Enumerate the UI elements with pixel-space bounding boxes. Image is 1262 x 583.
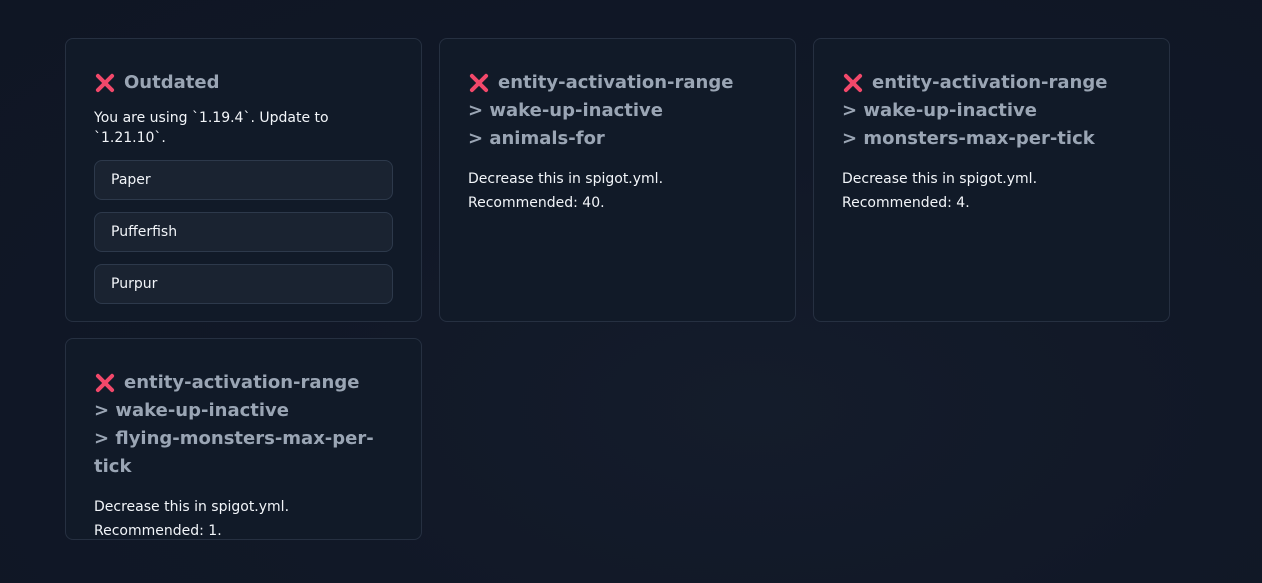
title-line: > flying-monsters-max-per-tick [94, 428, 374, 477]
card-description: Decrease this in spigot.yml. Recommended… [94, 495, 393, 543]
title-line: > wake-up-inactive [94, 400, 289, 421]
description-line: Decrease this in spigot.yml. [94, 499, 290, 515]
recommended-value: Recommended: 4. [842, 195, 970, 211]
option-pufferfish[interactable]: Pufferfish [94, 212, 393, 252]
title-line: > wake-up-inactive [842, 100, 1037, 121]
card-title: entity-activation-range [124, 369, 359, 397]
card-title-path: > wake-up-inactive > monsters-max-per-ti… [842, 97, 1141, 153]
option-paper[interactable]: Paper [94, 160, 393, 200]
recommended-value: Recommended: 40. [468, 195, 605, 211]
title-line: entity-activation-range [872, 72, 1108, 93]
card-title-row: entity-activation-range [468, 69, 767, 97]
title-line: > monsters-max-per-tick [842, 128, 1095, 149]
title-line: entity-activation-range [124, 372, 360, 393]
recommended-value: Recommended: 1. [94, 523, 222, 539]
version-message: You are using `1.19.4`. Update to `1.21.… [94, 110, 329, 146]
card-description: Decrease this in spigot.yml. Recommended… [842, 167, 1141, 215]
close-icon [94, 372, 116, 394]
card-title: entity-activation-range [872, 69, 1107, 97]
card-title-path: > wake-up-inactive > flying-monsters-max… [94, 397, 393, 481]
results-grid: Outdated You are using `1.19.4`. Update … [65, 38, 1170, 540]
outdated-card: Outdated You are using `1.19.4`. Update … [65, 38, 422, 322]
card-title-row: Outdated [94, 69, 393, 97]
recommendation-card: entity-activation-range > wake-up-inacti… [439, 38, 796, 322]
card-description: Decrease this in spigot.yml. Recommended… [468, 167, 767, 215]
title-line: > animals-for [468, 128, 605, 149]
card-title-path: > wake-up-inactive > animals-for [468, 97, 767, 153]
title-line: > wake-up-inactive [468, 100, 663, 121]
close-icon [94, 72, 116, 94]
card-title-row: entity-activation-range [94, 369, 393, 397]
recommendation-card: entity-activation-range > wake-up-inacti… [65, 338, 422, 540]
close-icon [468, 72, 490, 94]
card-title-row: entity-activation-range [842, 69, 1141, 97]
description-line: Decrease this in spigot.yml. [842, 171, 1038, 187]
title-line: entity-activation-range [498, 72, 734, 93]
recommendation-card: entity-activation-range > wake-up-inacti… [813, 38, 1170, 322]
description-line: Decrease this in spigot.yml. [468, 171, 664, 187]
card-title: Outdated [124, 72, 220, 93]
option-purpur[interactable]: Purpur [94, 264, 393, 304]
card-title: entity-activation-range [498, 69, 733, 97]
close-icon [842, 72, 864, 94]
